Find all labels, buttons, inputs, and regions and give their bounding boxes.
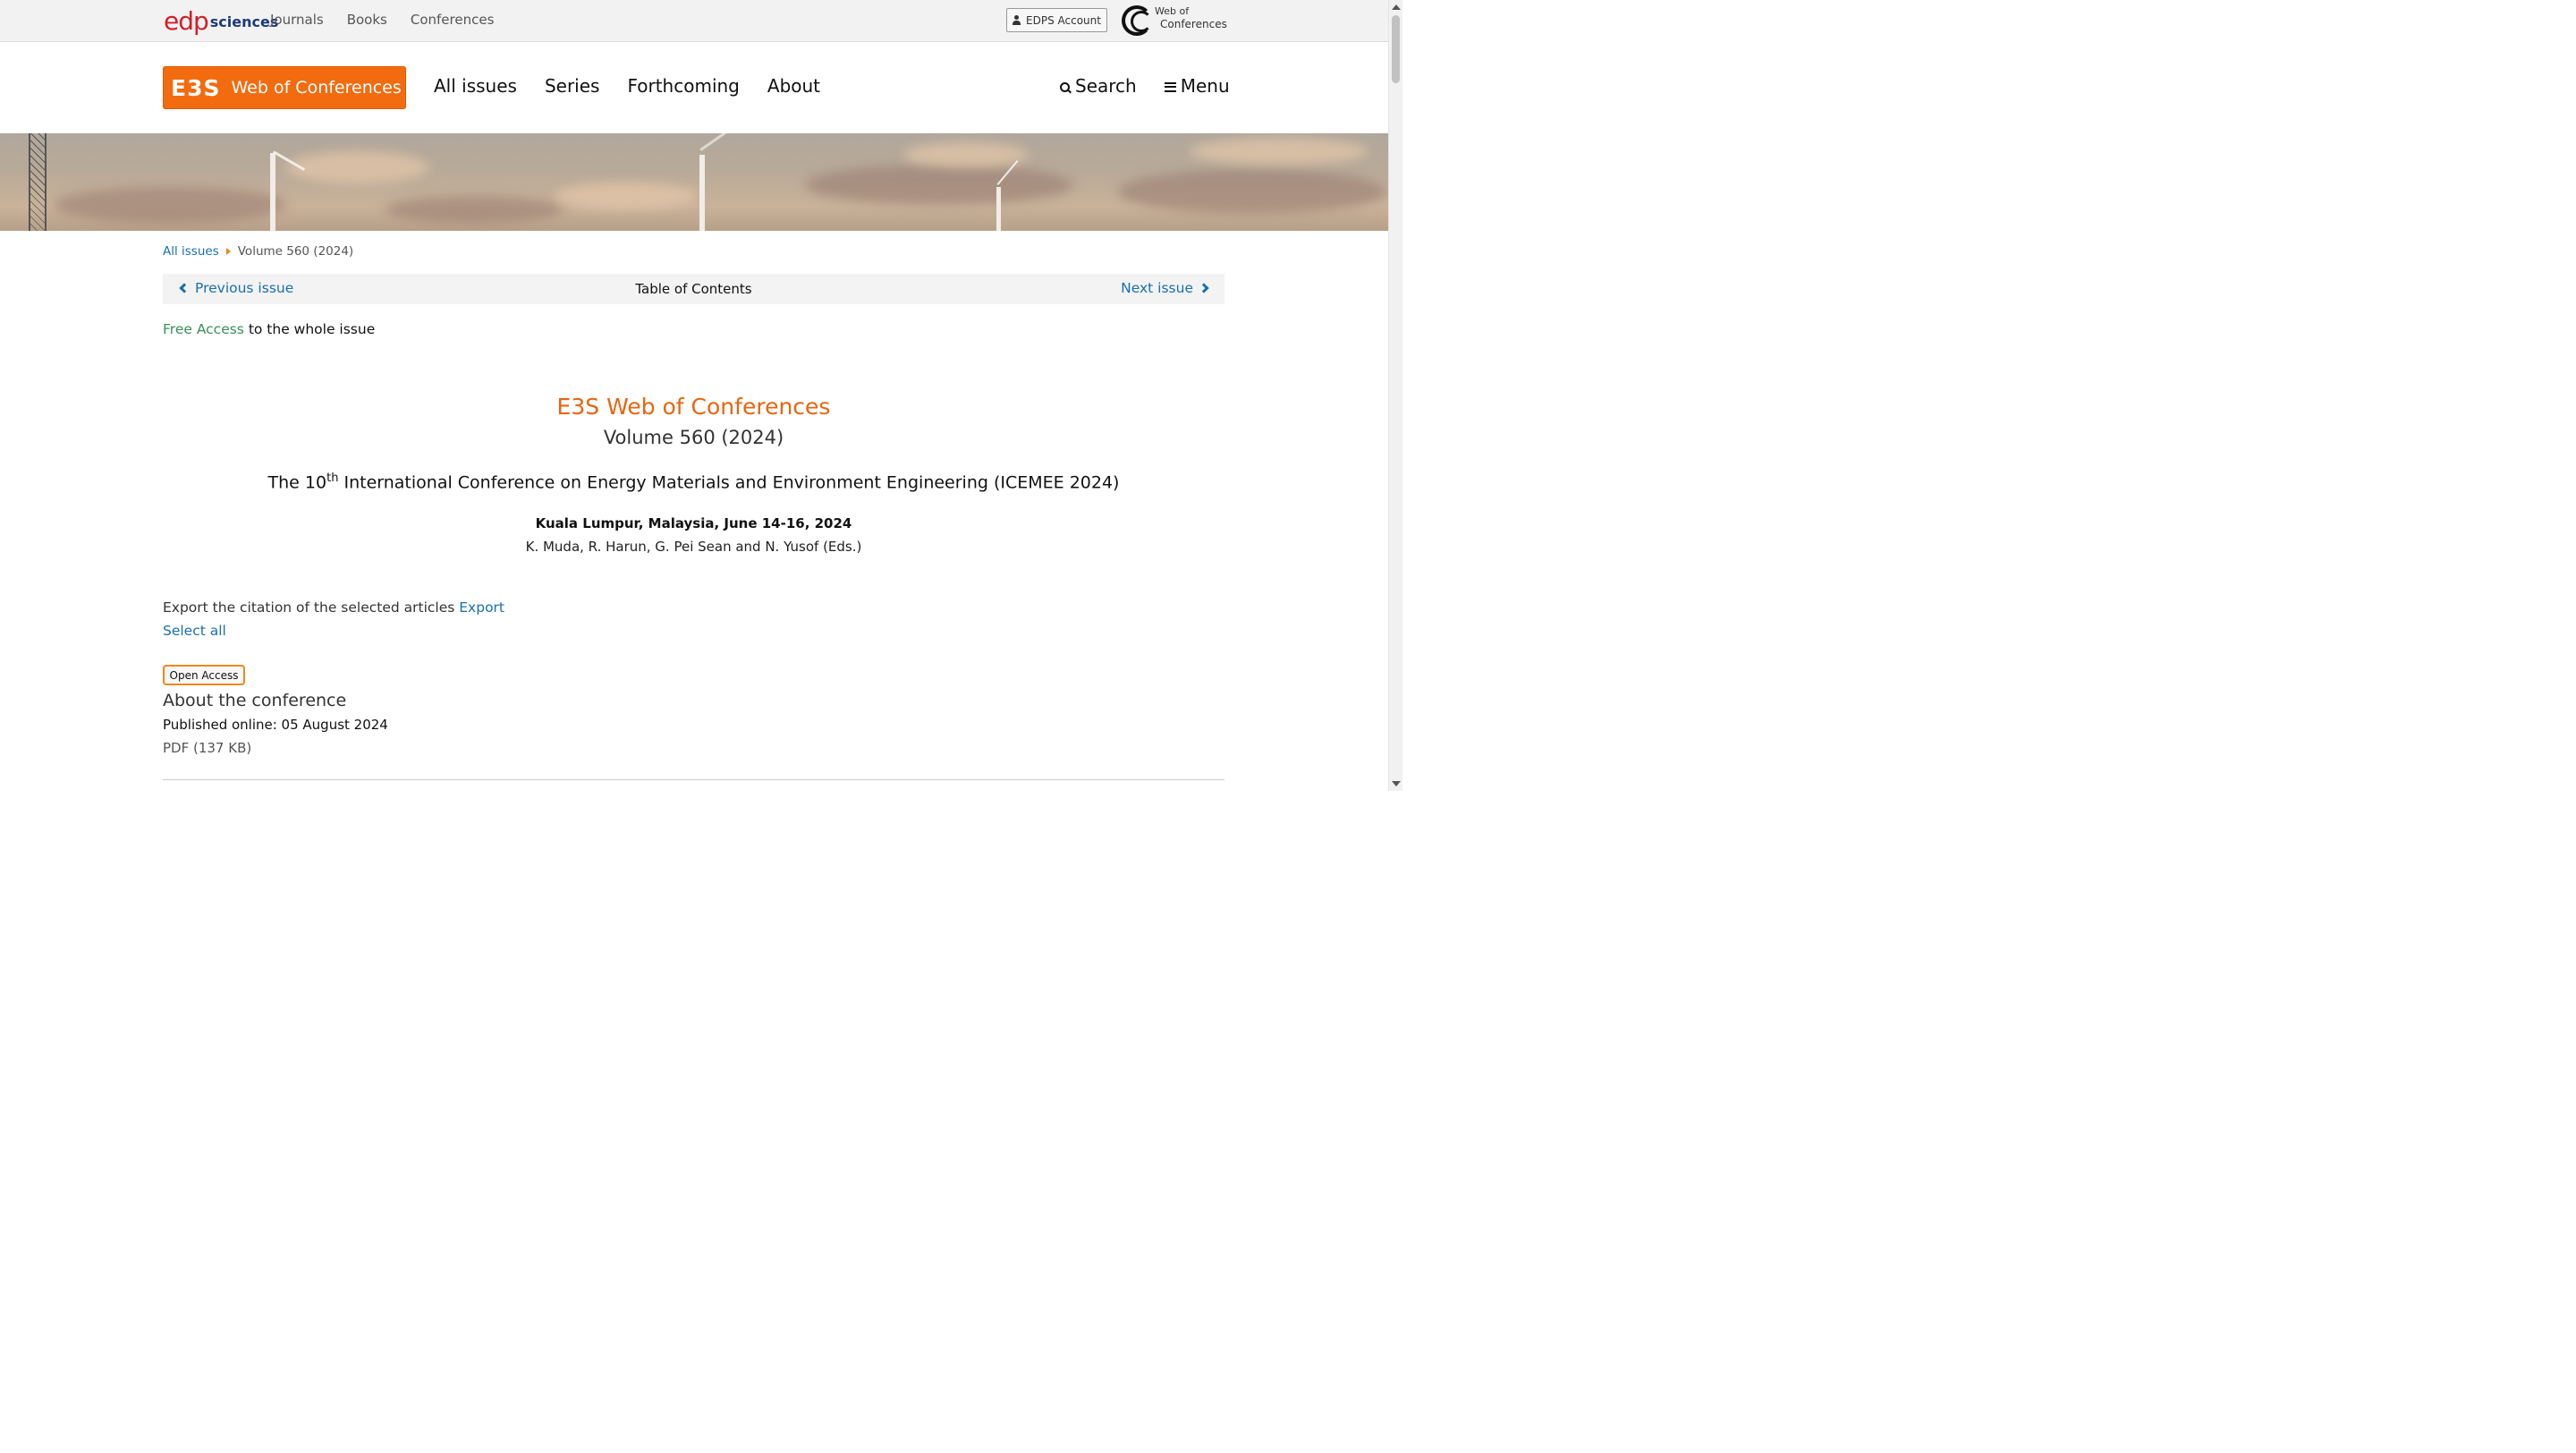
top-link-conferences[interactable]: Conferences — [411, 12, 495, 28]
conference-location: Kuala Lumpur, Malaysia, June 14-16, 2024 — [535, 515, 852, 531]
wol-logo-line1: Web of — [1155, 5, 1190, 17]
wol-inner-arc-icon — [1131, 11, 1152, 32]
turbine-tower-icon — [699, 155, 705, 231]
scroll-up-arrow-icon[interactable] — [1392, 4, 1401, 10]
wind-turbine-banner — [0, 133, 1388, 231]
export-link[interactable]: Export — [459, 599, 504, 616]
turbine-blade-icon — [699, 133, 734, 151]
header-actions: Search Menu — [1060, 75, 1230, 97]
edp-logo-mark: edp — [164, 5, 209, 36]
journal-title: E3S Web of Conferences — [556, 394, 831, 420]
edp-sciences-logo[interactable]: edp sciences — [164, 4, 278, 37]
banner-cloud — [286, 151, 429, 183]
main-nav: All issues Series Forthcoming About — [434, 75, 820, 97]
free-access-label: Free Access — [163, 321, 244, 337]
edps-account-button[interactable]: EDPS Account — [1006, 8, 1107, 32]
breadcrumb: All issues Volume 560 (2024) — [163, 244, 353, 259]
site-header: E3S Web of Conferences All issues Series… — [0, 42, 1388, 133]
nav-forthcoming[interactable]: Forthcoming — [627, 75, 739, 97]
conference-title-sup: th — [326, 472, 339, 485]
pylon-icon — [29, 133, 47, 231]
top-link-journals[interactable]: Journals — [270, 12, 324, 28]
breadcrumb-separator-icon — [225, 248, 231, 255]
banner-cloud — [54, 187, 286, 223]
turbine-tower-icon — [270, 153, 275, 231]
top-bar: edp sciences Journals Books Conferences … — [0, 0, 1388, 42]
person-icon — [1013, 15, 1021, 25]
menu-button[interactable]: Menu — [1164, 75, 1230, 97]
e3s-logo-text: Web of Conferences — [231, 78, 402, 98]
free-access-suffix: to the whole issue — [243, 321, 376, 337]
export-citation-row: Export the citation of the selected arti… — [163, 599, 504, 616]
banner-cloud — [903, 142, 1029, 167]
breadcrumb-all-issues[interactable]: All issues — [163, 244, 219, 259]
sciences-logo-text: sciences — [209, 13, 279, 30]
next-issue-link[interactable]: Next issue — [1121, 280, 1210, 296]
chevron-right-icon — [1199, 283, 1209, 293]
top-links: Journals Books Conferences — [270, 12, 494, 28]
nav-all-issues[interactable]: All issues — [434, 75, 517, 97]
banner-cloud — [805, 165, 1073, 205]
table-of-contents-title: Table of Contents — [635, 281, 752, 297]
conference-title-suffix: International Conference on Energy Mater… — [338, 472, 1120, 493]
banner-cloud — [555, 183, 698, 209]
conference-title-prefix: The 10 — [267, 472, 327, 493]
breadcrumb-current: Volume 560 (2024) — [237, 244, 354, 259]
next-issue-label: Next issue — [1121, 280, 1193, 296]
search-icon — [1060, 81, 1071, 93]
export-citation-text: Export the citation of the selected arti… — [163, 599, 460, 616]
search-label: Search — [1075, 75, 1137, 97]
nav-series[interactable]: Series — [545, 75, 600, 97]
page-scrollbar[interactable] — [1388, 0, 1402, 791]
e3s-logo-mark: E3S — [171, 74, 221, 101]
scrollbar-thumb[interactable] — [1392, 15, 1400, 83]
volume-title: Volume 560 (2024) — [603, 427, 784, 448]
free-access-note: Free Access to the whole issue — [163, 321, 375, 337]
menu-label: Menu — [1180, 75, 1230, 97]
conference-editors: K. Muda, R. Harun, G. Pei Sean and N. Yu… — [525, 539, 862, 555]
web-of-conferences-logo[interactable]: Web of Conferences — [1122, 4, 1227, 38]
banner-cloud — [1118, 169, 1386, 214]
conference-title: The 10th International Conference on Ene… — [163, 472, 1224, 492]
edps-account-label: EDPS Account — [1026, 13, 1101, 27]
search-button[interactable]: Search — [1060, 75, 1137, 97]
article-pdf-link[interactable]: PDF (137 KB) — [163, 740, 251, 756]
toc-navigation-bar: Previous issue Table of Contents Next is… — [163, 274, 1224, 304]
top-link-books[interactable]: Books — [347, 12, 387, 28]
select-all-link[interactable]: Select all — [163, 623, 226, 639]
banner-cloud — [1190, 138, 1368, 165]
nav-about[interactable]: About — [767, 75, 820, 97]
article-published-date: Published online: 05 August 2024 — [163, 717, 388, 733]
banner-cloud — [385, 196, 564, 223]
wol-logo-line2: Conferences — [1160, 18, 1227, 30]
scroll-down-arrow-icon[interactable] — [1392, 781, 1401, 786]
open-access-badge: Open Access — [163, 665, 245, 685]
hamburger-menu-icon — [1164, 81, 1176, 92]
e3s-logo[interactable]: E3S Web of Conferences — [163, 66, 406, 109]
article-divider — [163, 779, 1224, 780]
article-title[interactable]: About the conference — [163, 691, 346, 710]
turbine-tower-icon — [996, 187, 1001, 231]
